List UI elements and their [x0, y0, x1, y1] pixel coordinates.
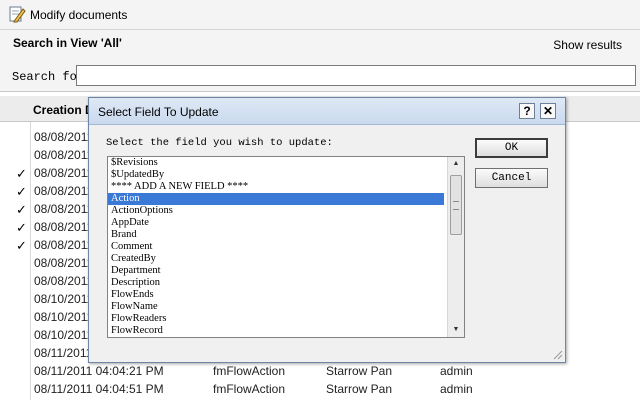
row-form: fmFlowAction: [213, 382, 286, 396]
field-list-item[interactable]: Action: [108, 193, 444, 205]
row-date: 08/08/2011: [34, 130, 94, 144]
row-user: admin: [440, 364, 473, 378]
field-list: $Revisions $UpdatedBy **** ADD A NEW FIELD…: [108, 157, 464, 337]
resize-grip-icon[interactable]: [551, 348, 563, 360]
row-date: 08/08/2011: [34, 184, 94, 198]
field-list-item[interactable]: Department: [108, 265, 444, 277]
search-panel: Search in View 'All' Show results Search…: [0, 30, 640, 92]
row-date: 08/08/2011: [34, 166, 94, 180]
scroll-down-arrow-icon[interactable]: ▼: [448, 323, 464, 337]
cancel-button[interactable]: Cancel: [475, 168, 548, 188]
field-list-item[interactable]: $Revisions: [108, 157, 444, 169]
row-date: 08/08/2011: [34, 256, 94, 270]
select-field-dialog: Select Field To Update ? ✕ Select the fi…: [88, 97, 566, 363]
scrollbar-thumb[interactable]: [450, 175, 462, 235]
modify-documents-label: Modify documents: [30, 8, 128, 22]
table-row[interactable]: 08/11/2011 04:04:21 PM fmFlowAction Starro…: [0, 362, 640, 380]
field-list-item[interactable]: Description: [108, 277, 444, 289]
dialog-title: Select Field To Update: [98, 105, 219, 119]
modify-documents-button[interactable]: Modify documents: [8, 5, 127, 25]
row-date: 08/08/2011: [34, 202, 94, 216]
column-header-creation-date[interactable]: Creation D: [33, 103, 94, 117]
search-input[interactable]: [76, 65, 636, 86]
row-check-icon: ✓: [16, 238, 27, 253]
scroll-grip-icon: [453, 201, 459, 210]
field-list-item[interactable]: ActionOptions: [108, 205, 444, 217]
field-list-item[interactable]: FlowReaders: [108, 313, 444, 325]
row-date: 08/10/2011: [34, 292, 94, 306]
row-user: admin: [440, 382, 473, 396]
pencil-document-icon: [8, 5, 26, 26]
row-date: 08/08/2011: [34, 238, 94, 252]
ok-button[interactable]: OK: [475, 138, 548, 158]
search-title: Search in View 'All': [13, 36, 122, 50]
dialog-titlebar[interactable]: Select Field To Update ? ✕: [89, 98, 565, 125]
field-list-item[interactable]: FlowName: [108, 301, 444, 313]
show-results-link[interactable]: Show results: [553, 38, 622, 52]
field-listbox[interactable]: $Revisions $UpdatedBy **** ADD A NEW FIELD…: [107, 156, 465, 338]
toolbar: Modify documents: [0, 0, 640, 30]
field-list-item[interactable]: Comment: [108, 241, 444, 253]
table-row[interactable]: 08/11/2011 04:04:51 PM fmFlowAction Starro…: [0, 380, 640, 398]
row-check-icon: ✓: [16, 166, 27, 181]
listbox-scrollbar[interactable]: ▲ ▼: [447, 157, 464, 337]
row-author: Starrow Pan: [326, 382, 393, 396]
row-date: 08/11/2011: [34, 346, 93, 360]
row-date: 08/11/2011 04:04:21 PM: [34, 364, 164, 378]
field-list-item[interactable]: FlowEnds: [108, 289, 444, 301]
row-form: fmFlowAction: [213, 364, 286, 378]
dialog-prompt: Select the field you wish to update:: [106, 137, 333, 149]
help-button[interactable]: ?: [519, 103, 535, 119]
field-list-item[interactable]: AppDate: [108, 217, 444, 229]
scroll-up-arrow-icon[interactable]: ▲: [448, 157, 464, 171]
close-button[interactable]: ✕: [540, 103, 556, 119]
row-check-icon: ✓: [16, 202, 27, 217]
search-label: Search fo: [12, 70, 76, 84]
field-list-item[interactable]: Brand: [108, 229, 444, 241]
row-date: 08/11/2011 04:04:51 PM: [34, 382, 164, 396]
row-check-icon: ✓: [16, 220, 27, 235]
field-list-item[interactable]: **** ADD A NEW FIELD ****: [108, 181, 444, 193]
row-author: Starrow Pan: [326, 364, 393, 378]
row-date: 08/10/2011: [34, 310, 94, 324]
field-list-item[interactable]: CreatedBy: [108, 253, 444, 265]
row-check-icon: ✓: [16, 184, 27, 199]
row-date: 08/10/2011: [34, 328, 94, 342]
field-list-item[interactable]: FlowRecord: [108, 325, 444, 337]
row-date: 08/08/2011: [34, 220, 94, 234]
row-date: 08/08/2011: [34, 274, 94, 288]
row-date: 08/08/2011: [34, 148, 94, 162]
field-list-item[interactable]: $UpdatedBy: [108, 169, 444, 181]
